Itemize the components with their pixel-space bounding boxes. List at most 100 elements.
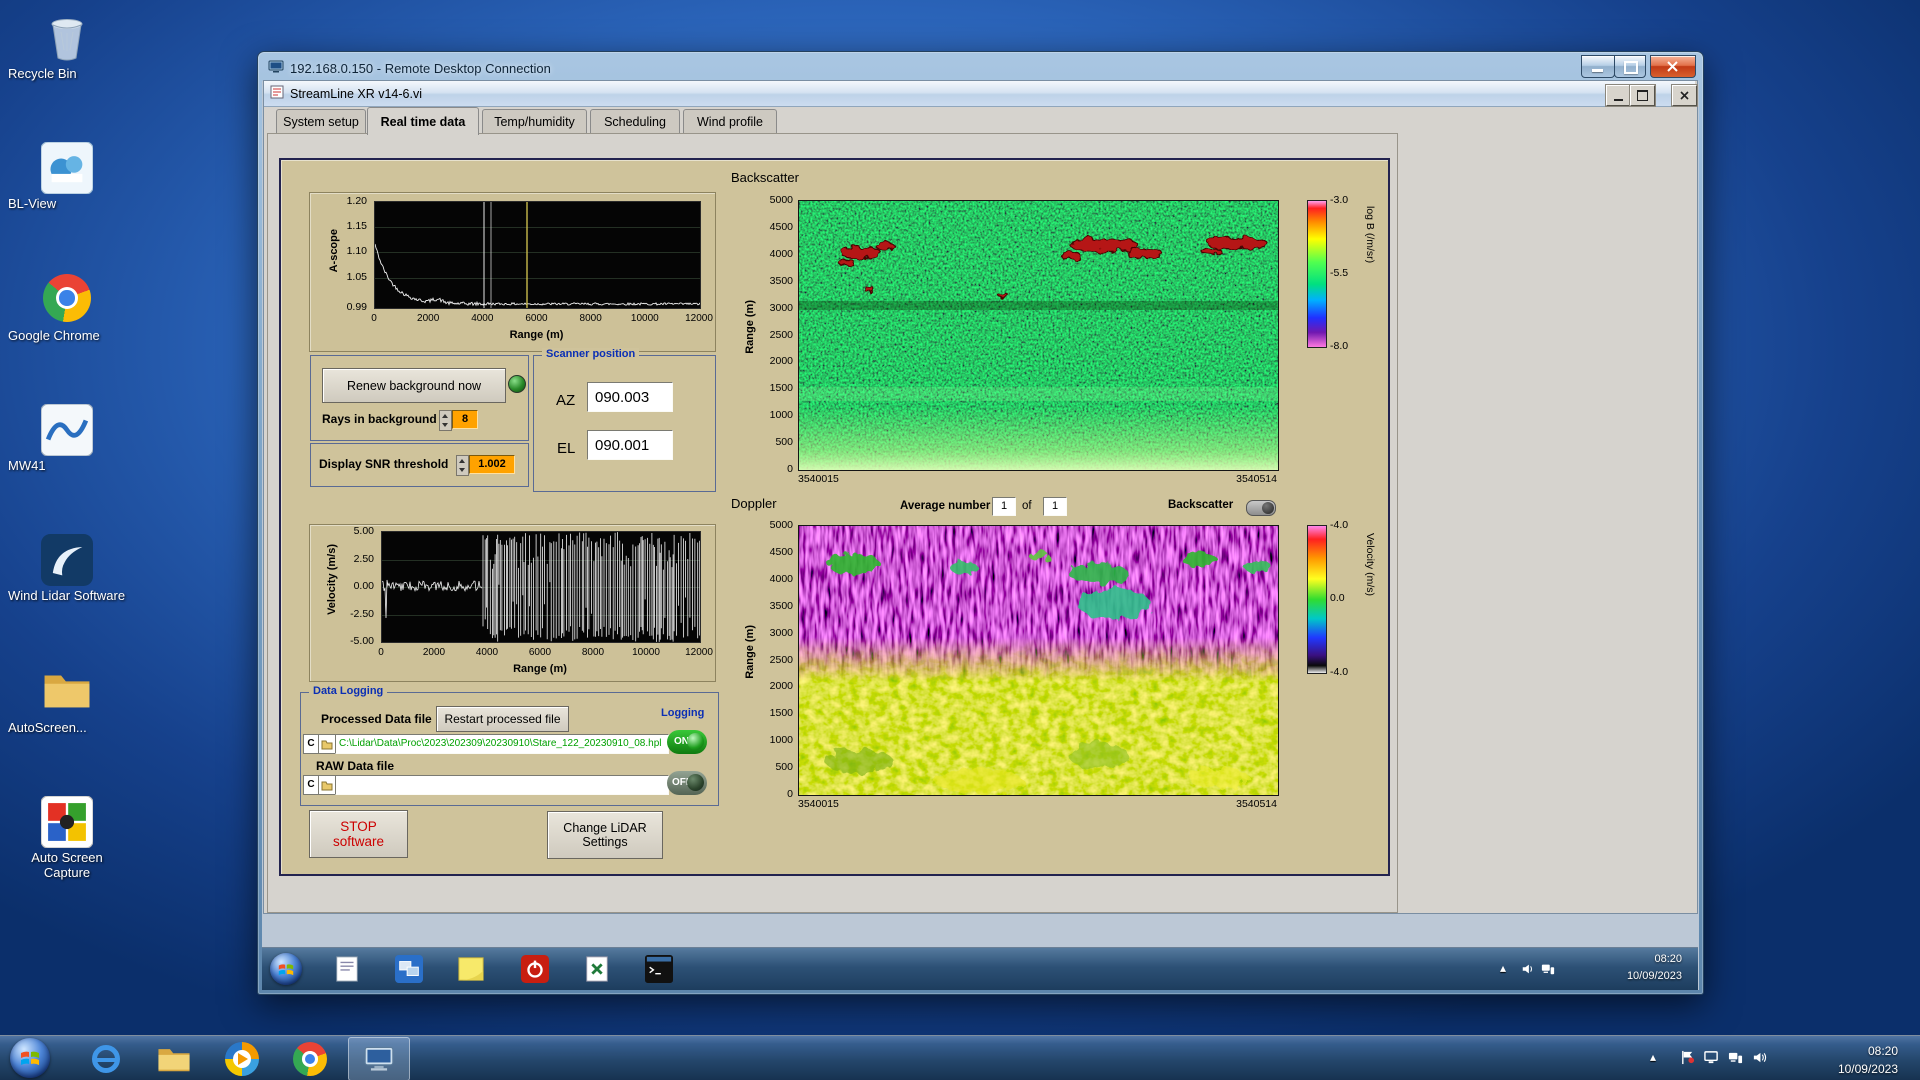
tab-system-setup[interactable]: System setup [276, 109, 366, 134]
restart-processed-file-button[interactable]: Restart processed file [436, 706, 569, 732]
doppler-title: Doppler [731, 496, 777, 511]
desktop-icon-recycle-bin[interactable]: Recycle Bin [8, 12, 126, 81]
desktop-icon-label: Recycle Bin [8, 66, 77, 81]
backscatter-xtick-right: 3540514 [1236, 473, 1277, 485]
ascope-frame: A-scope 1.20 1.15 1.10 1.05 0.99 0 2000 … [309, 192, 716, 352]
remote-sticky-notes-icon[interactable] [456, 954, 486, 984]
doppler-colorbar-label: Velocity (m/s) [1364, 533, 1376, 597]
rdp-session-tray-icon[interactable] [1702, 1048, 1720, 1066]
backscatter-ylabel: Range (m) [744, 300, 756, 354]
colorbar-tick: -4.0 [1330, 666, 1349, 678]
snr-value-field[interactable]: 1.002 [469, 455, 515, 474]
colorbar-tick: 0.0 [1330, 592, 1345, 604]
el-value-field[interactable]: 090.001 [587, 430, 673, 460]
raw-path-field[interactable] [335, 775, 669, 795]
explorer-folder-icon[interactable] [154, 1039, 194, 1079]
rdp-close-button[interactable] [1650, 55, 1696, 78]
remote-start-button[interactable] [270, 953, 302, 985]
scanner-position-title: Scanner position [542, 348, 640, 360]
raw-browse-icon[interactable] [318, 775, 336, 795]
remote-spreadsheet-icon[interactable] [582, 954, 612, 984]
remote-volume-icon[interactable] [1520, 961, 1536, 977]
ascope-xlabel: Range (m) [509, 329, 564, 341]
app-titlebar[interactable]: StreamLine XR v14-6.vi [264, 81, 1695, 107]
app-maximize-button[interactable] [1630, 85, 1655, 106]
remote-command-prompt-icon[interactable] [644, 954, 674, 984]
velocity-plot [381, 531, 701, 643]
logging-label: Logging [657, 707, 709, 719]
remote-stop-app-icon[interactable] [520, 954, 550, 984]
desktop-icon-auto-screen-capture[interactable]: Auto Screen Capture [8, 795, 126, 880]
desktop-icon-mw41[interactable]: MW41 [8, 403, 126, 473]
processed-browse-icon[interactable] [318, 734, 336, 754]
rdp-taskbar-button[interactable] [348, 1037, 410, 1080]
remote-tray-expand-icon[interactable]: ▴ [1500, 961, 1506, 975]
average-total-field[interactable]: 1 [1043, 497, 1067, 516]
action-center-icon[interactable] [1678, 1048, 1696, 1066]
raw-data-file-label: RAW Data file [316, 759, 395, 773]
average-number-field[interactable]: 1 [992, 497, 1016, 516]
app-minimize-button[interactable] [1606, 85, 1631, 106]
raw-drive-box[interactable]: C [303, 775, 319, 795]
taskbar-clock[interactable]: 08:20 10/09/2023 [1790, 1042, 1908, 1078]
remote-clock-time: 08:20 [1654, 953, 1682, 965]
clock-time: 08:20 [1867, 1044, 1898, 1058]
remote-network-app-icon[interactable] [394, 954, 424, 984]
renew-background-button[interactable]: Renew background now [322, 368, 506, 403]
start-button[interactable] [10, 1038, 50, 1078]
media-player-icon[interactable] [222, 1039, 262, 1079]
clock-date: 10/09/2023 [1837, 1062, 1898, 1076]
tab-real-time-data[interactable]: Real time data [367, 107, 479, 135]
desktop-icon-bl-view[interactable]: BL-View [8, 141, 126, 211]
data-logging-title: Data Logging [309, 685, 388, 697]
remote-notepad-icon[interactable] [332, 954, 362, 984]
host-taskbar: ▴ 08:20 10/09/2023 [0, 1035, 1920, 1080]
rdp-monitor-icon [268, 60, 284, 77]
button-label: Settings [582, 835, 628, 849]
processed-drive-box[interactable]: C [303, 734, 319, 754]
rays-spinner[interactable] [439, 410, 452, 431]
rays-value-field[interactable]: 8 [452, 410, 478, 429]
windows-flag-icon [278, 963, 294, 975]
tray-expand-icon[interactable]: ▴ [1650, 1050, 1656, 1064]
doppler-xtick-right: 3540514 [1236, 798, 1277, 810]
average-number-label: Average number [900, 500, 991, 512]
raw-logging-toggle[interactable]: OFF [667, 771, 707, 795]
remote-network-icon[interactable] [1540, 961, 1556, 977]
tab-scheduling[interactable]: Scheduling [590, 109, 680, 134]
rdp-minimize-button[interactable] [1581, 55, 1615, 78]
mw41-icon [40, 403, 94, 457]
velocity-xticks: 0 2000 4000 6000 8000 10000 12000 [378, 647, 713, 658]
auto-screen-capture-icon [40, 795, 94, 849]
doppler-ylabel: Range (m) [744, 625, 756, 679]
az-value-field[interactable]: 090.003 [587, 382, 673, 412]
backscatter-title: Backscatter [731, 170, 799, 185]
chrome-icon [41, 274, 93, 326]
network-icon[interactable] [1726, 1048, 1744, 1066]
doppler-colorbar [1307, 525, 1327, 674]
processed-path-field[interactable]: C:\Lidar\Data\Proc\2023\202309\20230910\… [335, 734, 669, 754]
snr-spinner[interactable] [456, 455, 469, 476]
remote-clock[interactable]: 08:20 10/09/2023 [1572, 951, 1682, 984]
processed-logging-toggle[interactable]: ON [667, 730, 707, 754]
backscatter-display-toggle[interactable] [1246, 500, 1276, 516]
ascope-plot [374, 201, 701, 309]
az-label: AZ [556, 392, 576, 409]
volume-icon[interactable] [1750, 1048, 1768, 1066]
tab-temp-humidity[interactable]: Temp/humidity [482, 109, 587, 134]
desktop-icon-wind-lidar[interactable]: Wind Lidar Software [8, 534, 126, 603]
app-close-button[interactable] [1672, 85, 1697, 106]
windows-flag-icon [21, 1051, 39, 1065]
processed-data-file-label: Processed Data file [321, 712, 432, 726]
change-lidar-settings-button[interactable]: Change LiDAR Settings [547, 811, 663, 859]
desktop-icon-autoscreen[interactable]: AutoScreen... [8, 666, 126, 735]
stop-software-button[interactable]: STOP software [309, 810, 408, 858]
rdp-titlebar[interactable]: 192.168.0.150 - Remote Desktop Connectio… [268, 58, 551, 78]
chrome-taskbar-icon[interactable] [290, 1039, 330, 1079]
recycle-bin-icon [41, 12, 93, 64]
rdp-maximize-button[interactable] [1614, 55, 1646, 78]
tab-wind-profile[interactable]: Wind profile [683, 109, 777, 134]
desktop: Recycle Bin BL-View Google Chrome MW41 W… [0, 0, 1920, 1080]
internet-explorer-icon[interactable] [86, 1039, 126, 1079]
desktop-icon-google-chrome[interactable]: Google Chrome [8, 272, 126, 343]
